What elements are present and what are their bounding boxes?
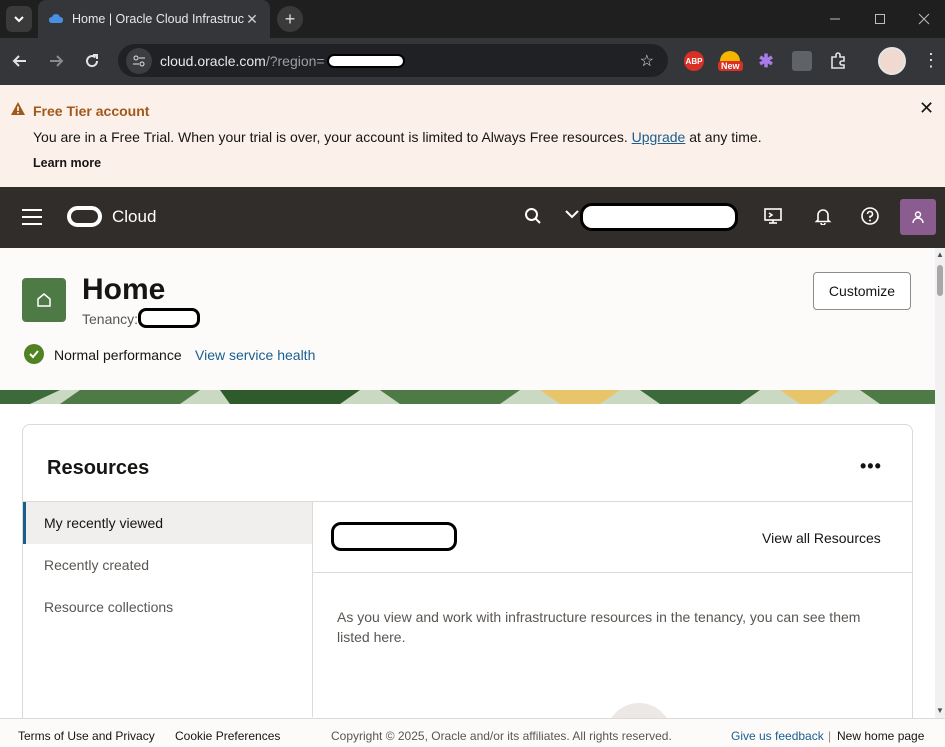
new-home-page-link[interactable]: New home page <box>837 729 924 743</box>
nav-item-recently-viewed[interactable]: My recently viewed <box>23 502 313 544</box>
hamburger-menu-icon[interactable] <box>22 209 42 225</box>
scrollbar-thumb[interactable] <box>937 265 943 296</box>
site-info-button[interactable] <box>126 47 152 74</box>
banner-close-icon[interactable]: ✕ <box>919 98 934 119</box>
feedback-link[interactable]: Give us feedback <box>731 729 824 743</box>
empty-state-description: As you view and work with infrastructure… <box>337 609 861 645</box>
scroll-up-icon[interactable]: ▲ <box>936 250 944 259</box>
side-nav-border <box>312 502 313 717</box>
search-icon[interactable] <box>522 205 544 227</box>
minimize-icon <box>830 18 840 20</box>
upgrade-link[interactable]: Upgrade <box>632 129 686 145</box>
page-title: Home <box>82 273 166 306</box>
puzzle-icon <box>831 52 845 69</box>
cookie-preferences-link[interactable]: Cookie Preferences <box>175 729 280 743</box>
screenshot-extension-icon[interactable] <box>792 51 812 71</box>
region-chevron-down-icon[interactable] <box>564 206 580 222</box>
decorative-pattern <box>0 390 935 404</box>
arrow-right-icon <box>50 55 64 67</box>
view-all-resources-link[interactable]: View all Resources <box>762 530 881 546</box>
oracle-logo[interactable] <box>67 206 102 227</box>
warning-icon <box>11 102 25 115</box>
customize-button[interactable]: Customize <box>813 272 911 310</box>
cloud-shell-icon[interactable] <box>762 205 784 227</box>
browser-menu-icon[interactable]: ⋮ <box>922 50 940 71</box>
home-icon <box>22 278 66 322</box>
nav-item-recently-created[interactable]: Recently created <box>23 544 313 586</box>
tab-title: Home | Oracle Cloud Infrastructure <box>72 12 244 26</box>
help-icon[interactable] <box>859 205 881 227</box>
new-badge: New <box>718 61 743 71</box>
window-close-button[interactable] <box>902 0 945 38</box>
redacted-region <box>326 53 405 68</box>
oracle-cloud-favicon-icon <box>49 14 63 23</box>
minimize-button[interactable] <box>813 0 857 38</box>
footer-separator: | <box>828 729 832 743</box>
banner-text-before: You are in a Free Trial. When your trial… <box>33 129 632 145</box>
chevron-down-icon <box>14 16 24 23</box>
tenancy-label: Tenancy: <box>82 311 139 327</box>
user-avatar[interactable] <box>900 199 936 235</box>
more-actions-icon[interactable]: ••• <box>860 456 882 477</box>
browser-tab-bar: Home | Oracle Cloud Infrastructure ✕ + <box>0 0 945 38</box>
performance-status: Normal performance <box>54 347 182 363</box>
new-tab-button[interactable]: + <box>277 6 303 32</box>
view-service-health-link[interactable]: View service health <box>195 347 315 363</box>
footer: Terms of Use and Privacy Cookie Preferen… <box>0 718 945 747</box>
scroll-down-icon[interactable]: ▼ <box>936 706 944 715</box>
redacted-tenancy <box>138 308 200 328</box>
resources-title: Resources <box>47 457 150 479</box>
region-selector[interactable] <box>580 203 738 231</box>
tune-icon <box>133 55 145 66</box>
forward-button[interactable] <box>43 48 69 74</box>
extensions-puzzle-button[interactable] <box>828 51 848 71</box>
copyright-text: Copyright © 2025, Oracle and/or its affi… <box>331 729 672 743</box>
url-host: cloud.oracle.com <box>160 52 266 69</box>
check-circle-icon <box>24 344 44 364</box>
learn-more-link[interactable]: Learn more <box>33 156 101 170</box>
url-path: /?region= <box>265 52 325 69</box>
panel-divider <box>313 572 912 573</box>
browser-tab[interactable]: Home | Oracle Cloud Infrastructure ✕ <box>38 0 270 38</box>
bookmark-star-icon[interactable]: ☆ <box>640 51 654 71</box>
reload-button[interactable] <box>79 48 105 74</box>
browser-toolbar: cloud.oracle.com /?region= ☆ ABP ✱ <box>0 38 945 85</box>
terms-link[interactable]: Terms of Use and Privacy <box>18 729 155 743</box>
maximize-icon <box>875 14 885 24</box>
back-button[interactable] <box>7 48 33 74</box>
address-bar[interactable]: cloud.oracle.com /?region= ☆ <box>118 44 668 77</box>
profile-avatar[interactable] <box>878 47 906 75</box>
tab-close-icon[interactable]: ✕ <box>244 11 260 28</box>
maximize-button[interactable] <box>858 0 902 38</box>
arrow-left-icon <box>12 55 26 67</box>
nav-item-resource-collections[interactable]: Resource collections <box>23 586 313 628</box>
user-icon <box>912 211 924 224</box>
bell-icon[interactable] <box>812 205 834 227</box>
resources-side-nav: My recently viewed Recently created Reso… <box>23 502 313 717</box>
cloud-title[interactable]: Cloud <box>112 207 156 227</box>
adblock-plus-extension[interactable]: ABP <box>684 51 704 71</box>
tab-search-button[interactable] <box>6 6 32 32</box>
gear-extension-icon[interactable]: ✱ <box>756 51 776 71</box>
reload-icon <box>86 54 99 68</box>
scrollbar[interactable] <box>935 248 945 718</box>
banner-title: Free Tier account <box>33 103 150 119</box>
close-icon <box>918 13 930 25</box>
banner-text-after: at any time. <box>685 129 762 145</box>
redacted-heading <box>331 522 457 551</box>
banner-message: You are in a Free Trial. When your trial… <box>33 129 762 145</box>
